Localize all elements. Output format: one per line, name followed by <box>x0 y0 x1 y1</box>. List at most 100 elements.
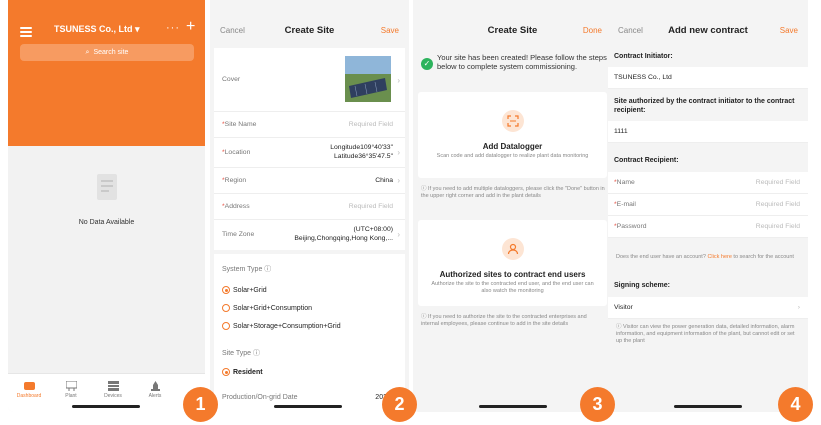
signing-label: Signing scheme: <box>614 282 671 289</box>
tab-dashboard[interactable]: Dashboard <box>12 381 46 399</box>
tab-alerts[interactable]: Alerts <box>138 381 172 399</box>
search-icon: ⌕ <box>85 48 90 56</box>
system-type-text: System Type <box>222 266 263 273</box>
signing-value: Visitor <box>614 304 633 311</box>
region-value: China <box>375 177 393 184</box>
save-button[interactable]: Save <box>381 26 399 35</box>
site-name-label: Site Name <box>224 121 257 128</box>
visitor-note: ⓘ Visitor can view the power generation … <box>616 324 802 345</box>
chevron-right-icon: › <box>797 304 800 311</box>
add-icon[interactable]: + <box>186 18 195 36</box>
location-row[interactable]: *Location Longitude109°40'33" Latitude36°… <box>214 138 405 168</box>
home-indicator <box>479 405 547 408</box>
initiator-label: Contract Initiator: <box>614 53 673 60</box>
region-row[interactable]: *Region China › <box>214 168 405 194</box>
menu-icon[interactable] <box>20 27 32 37</box>
help-icon[interactable]: ⓘ <box>264 266 271 273</box>
timezone-value: (UTC+08:00) Beijing,Chongqing,Hong Kong,.… <box>294 225 393 243</box>
authorize-card[interactable]: Authorized sites to contract end users A… <box>418 220 607 306</box>
name-row[interactable]: *Name Required Field <box>608 172 808 194</box>
radio-icon <box>222 304 230 312</box>
tab-label: Plant <box>65 393 77 399</box>
address-label: Address <box>224 203 250 210</box>
scan-icon <box>502 110 524 132</box>
user-icon <box>502 238 524 260</box>
nav-bar: Create Site Done <box>413 0 612 44</box>
nav-bar: Cancel Add new contract Save <box>608 0 808 44</box>
step-badge: 3 <box>580 387 615 422</box>
authorize-note: ⓘ If you need to authorize the site to t… <box>421 314 605 328</box>
search-input[interactable]: ⌕ Search site <box>20 44 194 61</box>
home-indicator <box>274 405 342 408</box>
site-form: Cover › *Site Name Required Field *Locat… <box>214 48 405 250</box>
devices-icon <box>107 381 119 391</box>
system-option-solar-grid-consumption[interactable]: Solar+Grid+Consumption <box>222 304 312 312</box>
home-indicator <box>72 405 140 408</box>
step-badge: 1 <box>183 387 218 422</box>
name-input[interactable]: Required Field <box>756 179 800 186</box>
search-account-link[interactable]: Click here <box>707 254 731 260</box>
site-name-input[interactable]: Required Field <box>349 121 393 128</box>
password-label: Password <box>616 223 647 230</box>
password-row[interactable]: *Password Required Field <box>608 216 808 238</box>
chevron-down-icon: ▾ <box>135 24 140 34</box>
location-value: Longitude109°40'33" Latitude36°35'47.5" <box>330 143 393 161</box>
site-option-resident[interactable]: Resident <box>222 368 263 376</box>
address-row[interactable]: *Address Required Field <box>214 194 405 220</box>
save-button[interactable]: Save <box>780 26 798 35</box>
nav-bar: Cancel Create Site Save <box>210 0 409 44</box>
done-button[interactable]: Done <box>583 26 602 35</box>
datalogger-note: ⓘ If you need to add multiple datalogger… <box>421 186 605 200</box>
system-type-label: System Type ⓘ <box>222 264 271 274</box>
timezone-cities: Beijing,Chongqing,Hong Kong,... <box>294 235 393 242</box>
recipient-label: Contract Recipient: <box>614 157 679 164</box>
screen-site-created: Create Site Done ✓ Your site has been cr… <box>413 0 612 412</box>
name-label: Name <box>616 179 635 186</box>
more-icon[interactable]: ··· <box>166 22 180 34</box>
tab-label: Dashboard <box>16 393 42 399</box>
info-icon: ⓘ <box>421 186 427 192</box>
success-message: Your site has been created! Please follo… <box>437 53 607 71</box>
cover-image <box>345 56 391 102</box>
authorized-site-row: 1111 <box>608 121 808 143</box>
help-icon[interactable]: ⓘ <box>253 350 260 357</box>
info-icon: ⓘ <box>616 324 622 330</box>
option-label: Solar+Grid+Consumption <box>233 304 312 312</box>
type-section: System Type ⓘ Solar+Grid Solar+Grid+Cons… <box>214 254 405 412</box>
system-option-solar-grid[interactable]: Solar+Grid <box>222 286 267 294</box>
email-input[interactable]: Required Field <box>756 201 800 208</box>
radio-icon <box>222 322 230 330</box>
system-option-storage[interactable]: Solar+Storage+Consumption+Grid <box>222 322 341 330</box>
password-input[interactable]: Required Field <box>756 223 800 230</box>
card-description: Authorize the site to the contracted end… <box>431 281 594 294</box>
email-row[interactable]: *E-mail Required Field <box>608 194 808 216</box>
site-name-row[interactable]: *Site Name Required Field <box>214 112 405 138</box>
option-label: Resident <box>233 368 263 376</box>
timezone-row[interactable]: Time Zone (UTC+08:00) Beijing,Chongqing,H… <box>214 220 405 250</box>
home-indicator <box>674 405 742 408</box>
signing-row[interactable]: Visitor › <box>608 297 808 319</box>
longitude-value: Longitude109°40'33" <box>330 144 393 151</box>
step-badge: 4 <box>778 387 813 422</box>
tab-devices[interactable]: Devices <box>96 381 130 399</box>
empty-state-icon <box>97 174 117 200</box>
authorized-site-label: Site authorized by the contract initiato… <box>614 98 795 114</box>
note-text: Visitor can view the power generation da… <box>616 324 795 344</box>
empty-state-text: No Data Available <box>78 219 135 226</box>
company-name: TSUNESS Co., Ltd <box>54 24 133 34</box>
company-selector[interactable]: TSUNESS Co., Ltd ▾ <box>54 24 140 35</box>
note-text: If you need to authorize the site to the… <box>421 314 587 327</box>
hint-text: to search for the account <box>733 254 794 260</box>
production-date-label: Production/On-grid Date <box>222 394 298 401</box>
add-datalogger-card[interactable]: Add Datalogger Scan code and add datalog… <box>418 92 607 178</box>
initiator-value: TSUNESS Co., Ltd <box>614 74 672 81</box>
address-input[interactable]: Required Field <box>349 203 393 210</box>
hint-text: Does the end user have an account? <box>616 254 706 260</box>
site-type-label: Site Type ⓘ <box>222 348 260 358</box>
screen-dashboard: TSUNESS Co., Ltd ▾ ··· + ⌕ Search site N… <box>8 0 205 412</box>
card-title: Add Datalogger <box>482 142 543 151</box>
tab-plant[interactable]: Plant <box>54 381 88 399</box>
search-placeholder: Search site <box>93 49 129 56</box>
chevron-right-icon: › <box>397 148 400 157</box>
cover-row[interactable]: Cover › <box>214 48 405 112</box>
